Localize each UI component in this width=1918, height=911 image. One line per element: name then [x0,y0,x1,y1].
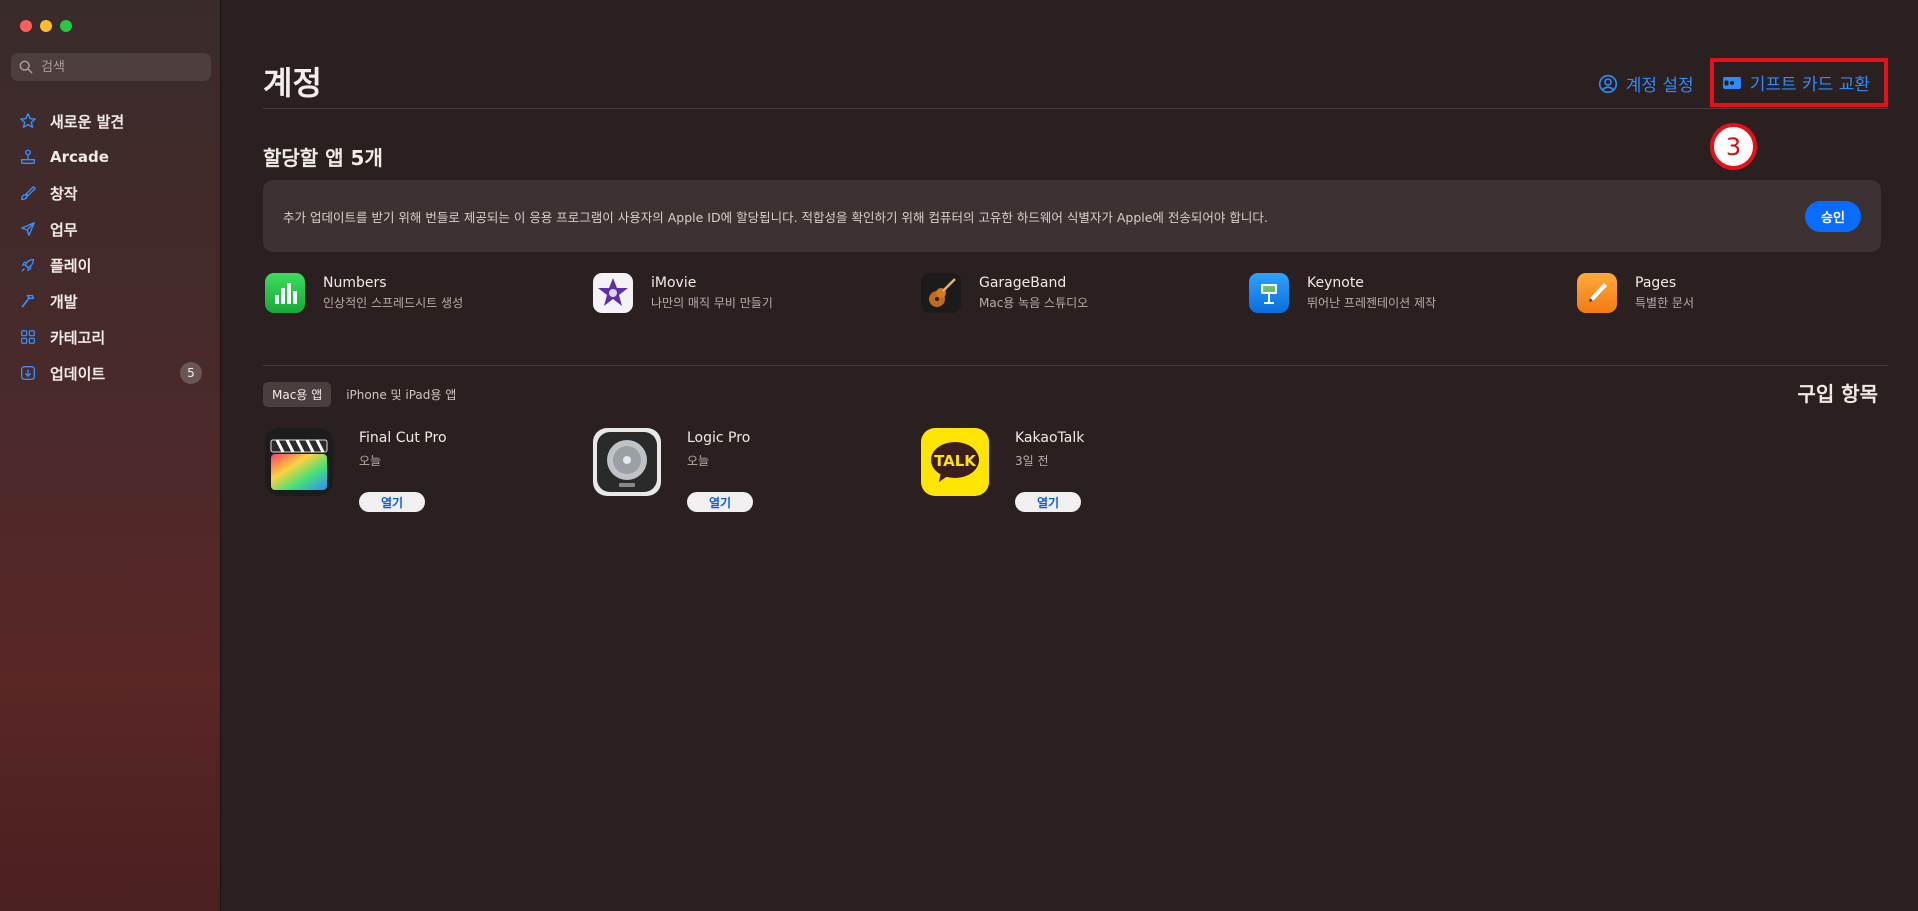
search-box[interactable] [11,53,211,81]
approve-button[interactable]: 승인 [1805,200,1861,232]
main-content: 계정 계정 설정 기프트 카드 교환 할당할 앱 5개 추가 업데이트를 받기 … [221,0,1918,911]
page-title: 계정 [263,64,322,102]
tab-mac-apps[interactable]: Mac용 앱 [263,382,332,407]
app-subtitle: 뛰어난 프레젠테이션 제작 [1307,296,1437,310]
svg-text:TALK: TALK [934,452,977,470]
open-button[interactable]: 열기 [359,492,425,512]
sidebar-item-work[interactable]: 업무 [8,211,214,247]
imovie-app-icon [593,273,633,313]
grid-icon [18,327,38,347]
sidebar-nav: 새로운 발견 Arcade 창작 업무 플레이 개발 카테고리 업데이트 5 [8,103,214,391]
sidebar-item-discover[interactable]: 새로운 발견 [8,103,214,139]
list-item[interactable]: Final Cut Pro 오늘 열기 [265,428,593,512]
account-settings-link[interactable]: 계정 설정 [1598,71,1694,96]
assign-section-title: 할당할 앱 5개 [263,146,383,170]
numbers-app-icon [265,273,305,313]
hammer-icon [18,291,38,311]
header-links: 계정 설정 기프트 카드 교환 [1598,58,1888,107]
sidebar-item-label: 업데이트 [50,364,106,383]
brush-icon [18,183,38,203]
app-name: Pages [1635,275,1677,291]
purchased-apps-list: Final Cut Pro 오늘 열기 Logic Pro 오늘 열기 TALK… [265,428,1249,512]
sidebar-item-updates[interactable]: 업데이트 5 [8,355,214,391]
account-settings-label: 계정 설정 [1625,76,1694,96]
header-divider [263,108,1888,109]
list-item[interactable]: Logic Pro 오늘 열기 [593,428,921,512]
assign-notice: 추가 업데이트를 받기 위해 번들로 제공되는 이 응용 프로그램이 사용자의 … [263,180,1881,252]
app-subtitle: 나만의 매직 무비 만들기 [651,296,773,310]
sidebar-item-label: 업무 [50,220,78,239]
zoom-window-button[interactable] [60,20,72,32]
list-item[interactable]: Numbers 인상적인 스프레드시트 생성 [265,273,593,313]
app-name: Keynote [1307,275,1364,291]
platform-segmented-control: Mac용 앱 iPhone 및 iPad용 앱 [263,382,471,407]
tab-iphone-ipad-apps[interactable]: iPhone 및 iPad용 앱 [337,382,465,407]
app-name: GarageBand [979,275,1067,291]
sidebar-item-label: 개발 [50,292,78,311]
redeem-gift-card-link[interactable]: 기프트 카드 교환 [1709,58,1888,107]
gift-card-icon [1722,76,1741,89]
app-name: iMovie [651,275,697,291]
minimize-window-button[interactable] [40,20,52,32]
search-icon [19,60,33,74]
sidebar: 새로운 발견 Arcade 창작 업무 플레이 개발 카테고리 업데이트 [0,0,221,911]
sidebar-item-label: 창작 [50,184,78,203]
list-item[interactable]: Pages 특별한 문서 [1577,273,1905,313]
assign-apps-list: Numbers 인상적인 스프레드시트 생성 iMovie 나만의 매직 무비 … [265,273,1905,313]
step-annotation-badge: 3 [1710,123,1757,170]
logic-pro-app-icon [593,428,661,496]
sidebar-item-label: 플레이 [50,256,92,275]
search-input[interactable] [41,59,201,75]
sidebar-item-label: Arcade [50,148,109,166]
app-name: Logic Pro [687,430,751,446]
assign-notice-text: 추가 업데이트를 받기 위해 번들로 제공되는 이 응용 프로그램이 사용자의 … [283,209,1268,225]
garageband-app-icon [921,273,961,313]
sidebar-item-develop[interactable]: 개발 [8,283,214,319]
app-subtitle: 인상적인 스프레드시트 생성 [323,296,464,310]
star-icon [18,111,38,131]
joystick-icon [18,147,38,167]
sidebar-item-create[interactable]: 창작 [8,175,214,211]
app-name: Final Cut Pro [359,430,447,446]
open-button[interactable]: 열기 [687,492,753,512]
close-window-button[interactable] [20,20,32,32]
updates-count-badge: 5 [180,362,202,384]
window-controls [20,20,72,32]
app-name: Numbers [323,275,387,291]
list-item[interactable]: GarageBand Mac용 녹음 스튜디오 [921,273,1249,313]
sidebar-item-label: 새로운 발견 [50,112,125,131]
list-item[interactable]: Keynote 뛰어난 프레젠테이션 제작 [1249,273,1577,313]
app-name: KakaoTalk [1015,430,1085,446]
pages-app-icon [1577,273,1617,313]
sidebar-item-arcade[interactable]: Arcade [8,139,214,175]
purchased-section-title: 구입 항목 [1797,382,1878,406]
redeem-gift-card-label: 기프트 카드 교환 [1749,75,1870,95]
purchase-date: 오늘 [687,454,710,468]
kakaotalk-app-icon: TALK [921,428,989,496]
open-button[interactable]: 열기 [1015,492,1081,512]
sidebar-item-categories[interactable]: 카테고리 [8,319,214,355]
rocket-icon [18,255,38,275]
person-circle-icon [1598,74,1617,93]
app-subtitle: 특별한 문서 [1635,296,1695,310]
sidebar-item-label: 카테고리 [50,328,106,347]
list-item[interactable]: TALK KakaoTalk 3일 전 열기 [921,428,1249,512]
app-subtitle: Mac용 녹음 스튜디오 [979,296,1089,310]
download-icon [18,363,38,383]
sidebar-item-play[interactable]: 플레이 [8,247,214,283]
purchase-date: 오늘 [359,454,382,468]
section-divider [263,365,1888,366]
purchase-date: 3일 전 [1015,454,1049,468]
final-cut-pro-app-icon [265,428,333,496]
paper-plane-icon [18,219,38,239]
keynote-app-icon [1249,273,1289,313]
list-item[interactable]: iMovie 나만의 매직 무비 만들기 [593,273,921,313]
